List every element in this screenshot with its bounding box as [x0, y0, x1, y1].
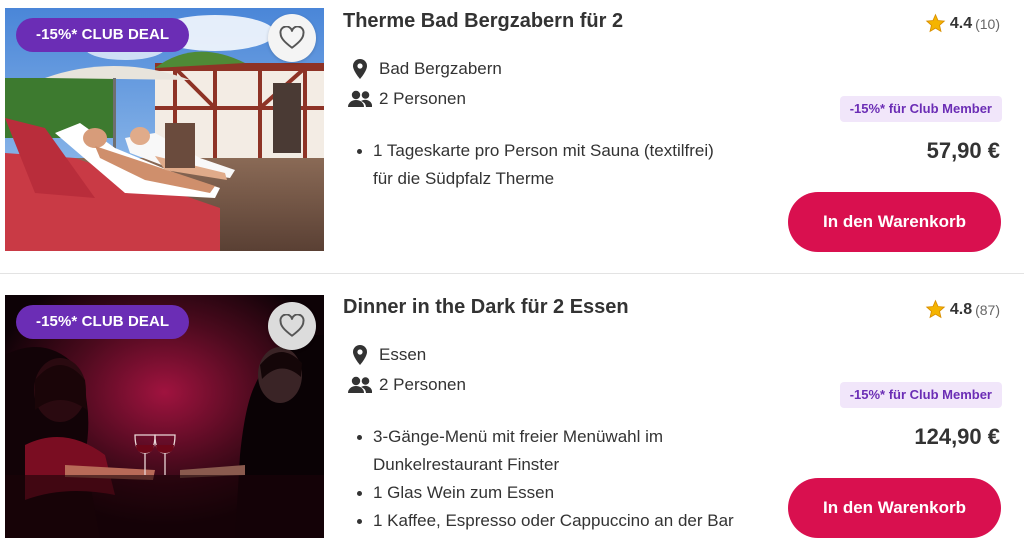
rating-value: 4.8: [949, 300, 973, 318]
card-divider: [0, 273, 1024, 274]
persons-icon: [347, 375, 373, 395]
club-deal-badge: -15%* CLUB DEAL: [16, 18, 190, 52]
persons-icon: [347, 89, 373, 109]
add-to-cart-button[interactable]: In den Warenkorb: [788, 478, 1001, 538]
star-icon: [925, 13, 946, 33]
feature-item: 3-Gänge-Menü mit freier Menüwahl im: [357, 423, 734, 451]
rating-count: (87): [975, 301, 1000, 318]
feature-item: 1 Kaffee, Espresso oder Cappuccino an de…: [357, 507, 734, 535]
club-member-tag: -15%* für Club Member: [839, 382, 1002, 408]
product-persons: 2 Personen: [347, 89, 466, 109]
feature-item: 1 Glas Wein zum Essen: [357, 479, 734, 507]
club-member-tag: -15%* für Club Member: [839, 96, 1002, 122]
product-title[interactable]: Therme Bad Bergzabern für 2: [343, 10, 623, 33]
persons-text: 2 Personen: [379, 89, 466, 108]
location-text: Essen: [379, 345, 427, 364]
rating-value: 4.4: [949, 14, 973, 32]
add-to-cart-button[interactable]: In den Warenkorb: [788, 192, 1001, 252]
rating-count: (10): [975, 15, 1000, 32]
product-location: Essen: [347, 345, 426, 365]
location-text: Bad Bergzabern: [379, 59, 502, 78]
product-title[interactable]: Dinner in the Dark für 2 Essen: [343, 296, 629, 319]
product-persons: 2 Personen: [347, 375, 466, 395]
product-location: Bad Bergzabern: [347, 59, 502, 79]
heart-outline-icon: [279, 26, 305, 49]
heart-outline-icon: [279, 314, 305, 337]
persons-text: 2 Personen: [379, 375, 466, 394]
wishlist-button[interactable]: [268, 302, 316, 350]
product-card[interactable]: -15%* CLUB DEAL Therme Bad Bergzabern fü…: [0, 0, 1024, 272]
product-price: 57,90 €: [926, 138, 1000, 163]
product-features: 3-Gänge-Menü mit freier Menüwahl im Dunk…: [357, 423, 734, 535]
product-card[interactable]: -15%* CLUB DEAL Dinner in the Dark für 2…: [0, 286, 1024, 554]
product-features: 1 Tageskarte pro Person mit Sauna (texti…: [357, 137, 714, 193]
feature-item: 1 Tageskarte pro Person mit Sauna (texti…: [357, 137, 714, 165]
club-deal-badge: -15%* CLUB DEAL: [16, 305, 190, 339]
location-pin-icon: [347, 345, 373, 365]
feature-item-continued: für die Südpfalz Therme: [373, 169, 555, 188]
star-icon: [925, 299, 946, 319]
product-price: 124,90 €: [914, 424, 1000, 449]
wishlist-button[interactable]: [268, 14, 316, 62]
product-rating: 4.4 (10): [925, 13, 1000, 34]
feature-item-continued: Dunkelrestaurant Finster: [373, 455, 560, 474]
product-rating: 4.8 (87): [925, 299, 1000, 320]
location-pin-icon: [347, 59, 373, 79]
